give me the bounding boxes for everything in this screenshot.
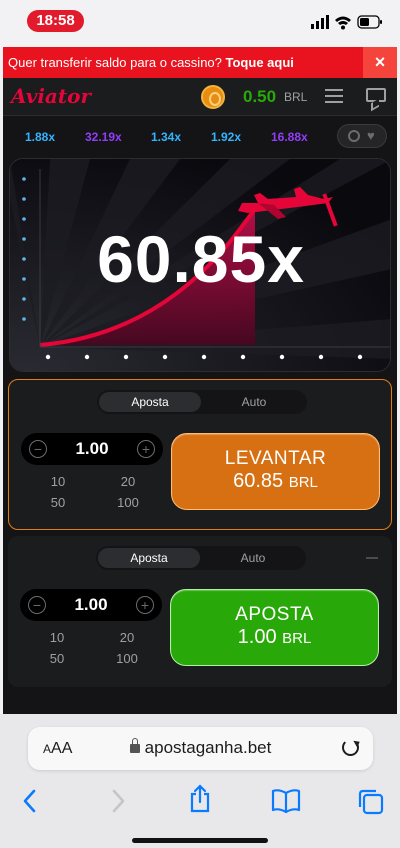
tab-auto[interactable]: Auto	[202, 548, 304, 568]
bet-amount-stepper: − 1.00 +	[21, 433, 163, 465]
history-multiplier: 1.88x	[25, 130, 56, 144]
promo-banner[interactable]: Quer transferir saldo para o cassino? To…	[3, 47, 397, 78]
history-multiplier: 1.92x	[211, 130, 242, 144]
bet-mode-tabs: Aposta Auto	[96, 546, 306, 570]
tabs-icon[interactable]	[356, 788, 386, 816]
bookmarks-icon[interactable]	[270, 788, 302, 814]
promo-link[interactable]: Toque aqui	[226, 55, 294, 70]
history-multiplier: 16.88x	[271, 130, 308, 144]
status-time: 18:58	[27, 10, 84, 32]
place-bet-button[interactable]: APOSTA 1.00 BRL	[170, 589, 379, 666]
tab-aposta[interactable]: Aposta	[99, 392, 201, 412]
tab-auto[interactable]: Auto	[203, 392, 305, 412]
bet-button-amount: 1.00 BRL	[237, 626, 312, 648]
quick-amount-button[interactable]: 50	[22, 649, 92, 669]
browser-toolbar: AAA apostaganha.bet	[0, 714, 400, 848]
cashout-button[interactable]: LEVANTAR 60.85 BRL	[171, 433, 380, 510]
history-multiplier: 32.19x	[85, 130, 122, 144]
bet-amount-stepper: − 1.00 +	[20, 589, 162, 621]
balance-amount: 0.50	[243, 87, 277, 106]
multiplier-history: 1.88x 32.19x 1.34x 1.92x 16.88x ♥	[3, 118, 397, 154]
forward-icon[interactable]	[108, 788, 128, 814]
history-multiplier: 1.34x	[151, 130, 182, 144]
status-bar: 18:58	[0, 0, 400, 46]
bet-panel-2: Aposta Auto − 1.00 + 10 20 50 100 APOSTA…	[8, 536, 392, 687]
quick-amount-button[interactable]: 50	[23, 493, 93, 513]
history-toggle-button[interactable]: ♥	[337, 124, 387, 148]
bet-button-label: APOSTA	[235, 604, 314, 625]
game-header: Aviator 0.50 BRL	[3, 78, 397, 116]
aviator-game: Aviator 0.50 BRL 1.88x 32.19x 1.34x 1.92…	[3, 78, 397, 714]
quick-amount-button[interactable]: 10	[23, 472, 93, 492]
reload-icon[interactable]	[342, 739, 359, 756]
address-bar[interactable]: AAA apostaganha.bet	[28, 727, 373, 770]
minus-icon[interactable]: −	[28, 596, 46, 614]
quick-amount-button[interactable]: 10	[22, 628, 92, 648]
home-indicator	[132, 838, 268, 843]
menu-icon[interactable]	[325, 89, 343, 103]
aviator-logo: Aviator	[11, 84, 91, 108]
clock-icon	[348, 130, 360, 142]
bet-amount-value[interactable]: 1.00	[51, 439, 133, 459]
minus-icon[interactable]: −	[29, 440, 47, 458]
coin-icon	[201, 85, 225, 109]
quick-amount-button[interactable]: 20	[92, 628, 162, 648]
chevron-down-icon: ♥	[367, 128, 375, 143]
quick-amount-button[interactable]: 100	[92, 649, 162, 669]
chat-icon[interactable]	[366, 88, 386, 102]
quick-amount-button[interactable]: 20	[93, 472, 163, 492]
promo-text: Quer transferir saldo para o cassino?	[8, 55, 222, 70]
url-text[interactable]: apostaganha.bet	[28, 738, 373, 758]
plus-icon[interactable]: +	[137, 440, 155, 458]
current-multiplier: 60.85x	[97, 222, 305, 296]
bet-mode-tabs: Aposta Auto	[97, 390, 307, 414]
balance-currency: BRL	[284, 90, 308, 104]
bet-amount-value[interactable]: 1.00	[50, 595, 132, 615]
remove-panel-icon[interactable]	[366, 557, 378, 559]
tab-aposta[interactable]: Aposta	[98, 548, 200, 568]
lock-icon	[129, 738, 140, 753]
signal-wifi-battery-icon	[311, 15, 382, 30]
cashout-amount: 60.85 BRL	[233, 470, 318, 492]
plus-icon[interactable]: +	[136, 596, 154, 614]
back-icon[interactable]	[20, 788, 40, 814]
quick-amount-button[interactable]: 100	[93, 493, 163, 513]
share-icon[interactable]	[188, 784, 212, 814]
game-canvas: 60.85x	[9, 158, 391, 372]
cashout-label: LEVANTAR	[224, 448, 327, 469]
bet-panel-1: Aposta Auto − 1.00 + 10 20 50 100 LEVANT…	[8, 379, 392, 530]
promo-close-button[interactable]: ×	[363, 47, 397, 78]
